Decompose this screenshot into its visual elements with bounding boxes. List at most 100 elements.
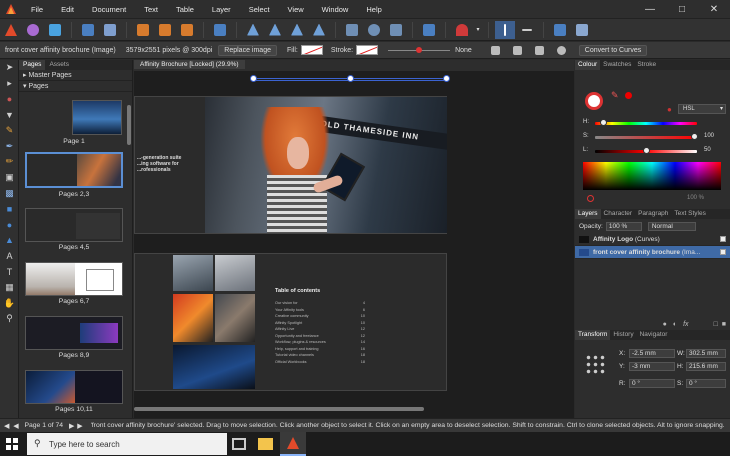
shear-input[interactable]: 0 ° (686, 379, 726, 388)
triangle-tool-icon[interactable]: ▲ (0, 233, 19, 249)
tab-navigator[interactable]: Navigator (637, 330, 671, 340)
arrange-icon[interactable] (177, 21, 197, 39)
transparency-tool-icon[interactable]: ✎ (0, 123, 19, 139)
tab-layers[interactable]: Layers (575, 209, 601, 219)
menu-select[interactable]: Select (240, 0, 279, 19)
pages-section[interactable]: ▾ Pages (19, 81, 132, 92)
frame-text-icon[interactable]: T (0, 264, 19, 280)
page-thumbnail[interactable] (25, 370, 123, 404)
photo-persona-icon[interactable] (23, 21, 43, 39)
last-page-icon[interactable]: ▶ (77, 422, 82, 430)
tab-assets[interactable]: Assets (45, 60, 73, 70)
prev-page-icon[interactable]: ◀ (13, 422, 18, 430)
color-spectrum[interactable] (583, 162, 721, 190)
menu-view[interactable]: View (279, 0, 313, 19)
align-icon[interactable] (210, 21, 230, 39)
menu-file[interactable]: File (22, 0, 52, 19)
designer-persona-icon[interactable] (45, 21, 65, 39)
layer-visibility-checkbox[interactable] (720, 236, 726, 242)
rotation-input[interactable]: 0 ° (629, 379, 675, 388)
page-thumbnail[interactable] (72, 100, 122, 135)
lightness-slider[interactable] (595, 147, 697, 154)
preview-mode-icon[interactable] (100, 21, 120, 39)
no-color-icon[interactable] (587, 195, 594, 202)
layer-visibility-checkbox[interactable] (720, 249, 726, 255)
move-tool-icon[interactable]: ➤ (0, 60, 19, 76)
artistic-text-icon[interactable]: A (0, 248, 19, 264)
pages-scrollbar[interactable] (127, 105, 131, 145)
layer-row-selected[interactable]: front cover affinity brochure (Ima... (575, 246, 730, 259)
tab-transform[interactable]: Transform (575, 330, 611, 340)
node-tool-icon[interactable]: ▸ (0, 76, 19, 92)
color-picker-icon[interactable]: ✎ (611, 90, 619, 101)
page-thumbnail[interactable] (25, 316, 123, 350)
fill-tool-icon[interactable]: ▼ (0, 107, 19, 123)
fill-swatch[interactable] (300, 45, 323, 55)
vector-crop-icon[interactable]: ▣ (0, 170, 19, 186)
selection-handle[interactable] (347, 75, 354, 82)
colour-opacity-value[interactable]: 100 % (687, 195, 704, 201)
geometry-intersect-icon[interactable] (386, 21, 406, 39)
hero-photo[interactable]: OLD THAMESIDE INN (205, 97, 447, 233)
tab-text-styles[interactable]: Text Styles (671, 209, 708, 219)
add-layer-icon[interactable]: □ (714, 321, 718, 328)
first-page-icon[interactable]: ◀ (4, 422, 9, 430)
wrap-icon[interactable] (419, 21, 439, 39)
adjustments-icon[interactable]: ◐ (673, 321, 677, 328)
saturation-slider[interactable] (595, 133, 698, 140)
tab-swatches[interactable]: Swatches (600, 60, 634, 70)
x-input[interactable]: -2.5 mm (629, 349, 675, 358)
page-thumbnail[interactable] (25, 262, 123, 296)
tab-pages[interactable]: Pages (19, 60, 46, 70)
picture-frame-tool-icon[interactable]: ▩ (0, 186, 19, 202)
maximize-icon[interactable]: □ (666, 0, 698, 19)
anchor-grid-icon[interactable] (585, 354, 607, 376)
fill-stroke-swatch[interactable] (585, 92, 603, 110)
canvas-horizontal-scrollbar[interactable] (134, 407, 424, 411)
page-thumbnail[interactable] (25, 208, 123, 242)
frame-fill-icon[interactable] (530, 41, 550, 59)
rotate-right-icon[interactable] (309, 21, 329, 39)
baseline-grid-icon[interactable] (495, 20, 515, 39)
crop-icon[interactable] (486, 41, 506, 59)
preflight-icon[interactable] (78, 21, 98, 39)
selection-handle[interactable] (443, 75, 450, 82)
tab-history[interactable]: History (610, 330, 636, 340)
opacity-input[interactable]: 100 % (605, 221, 642, 231)
text-wrap-icon[interactable] (550, 21, 570, 39)
convert-to-curves-button[interactable]: Convert to Curves (578, 44, 648, 56)
geometry-subtract-icon[interactable] (364, 21, 384, 39)
tab-stroke[interactable]: Stroke (634, 60, 659, 70)
stroke-swatch[interactable] (356, 45, 379, 55)
pencil-tool-icon[interactable]: ✏ (0, 154, 19, 170)
color-picker-icon[interactable]: ● (0, 91, 19, 107)
spread-pages-2-3[interactable]: ...-generation suite ...ing software for… (134, 96, 447, 234)
lightness-value[interactable]: 50 (704, 147, 711, 153)
publisher-persona-icon[interactable] (1, 21, 21, 39)
page-indicator[interactable]: Page 1 of 74 (24, 422, 63, 429)
layer-row[interactable]: Affinity Logo (Curves) (575, 233, 730, 246)
file-explorer-icon[interactable] (258, 438, 273, 450)
affinity-publisher-taskbar-icon[interactable] (280, 432, 306, 456)
close-icon[interactable]: ✕ (698, 0, 730, 19)
geometry-add-icon[interactable] (342, 21, 362, 39)
snapping-icon[interactable] (452, 21, 472, 39)
guides-icon[interactable] (517, 21, 537, 39)
fx-icon[interactable]: fx (683, 321, 688, 328)
menu-layer[interactable]: Layer (203, 0, 240, 19)
menu-edit[interactable]: Edit (52, 0, 83, 19)
pen-tool-icon[interactable]: ✒ (0, 138, 19, 154)
flip-horizontal-icon[interactable] (243, 21, 263, 39)
master-pages-section[interactable]: ▸ Master Pages (19, 70, 132, 81)
selection-handle[interactable] (250, 75, 257, 82)
windows-start-icon[interactable] (6, 438, 18, 450)
taskbar-search-input[interactable]: ⚲ Type here to search (27, 433, 227, 455)
y-input[interactable]: -3 mm (629, 362, 675, 371)
replace-image-button[interactable]: Replace image (218, 44, 277, 56)
task-view-icon[interactable] (232, 438, 246, 450)
menu-text[interactable]: Text (135, 0, 167, 19)
frame-fit-icon[interactable] (508, 41, 528, 59)
w-input[interactable]: 302.5 mm (686, 349, 726, 358)
saturation-value[interactable]: 100 (704, 133, 714, 139)
zoom-tool-icon[interactable]: ⚲ (0, 311, 19, 327)
